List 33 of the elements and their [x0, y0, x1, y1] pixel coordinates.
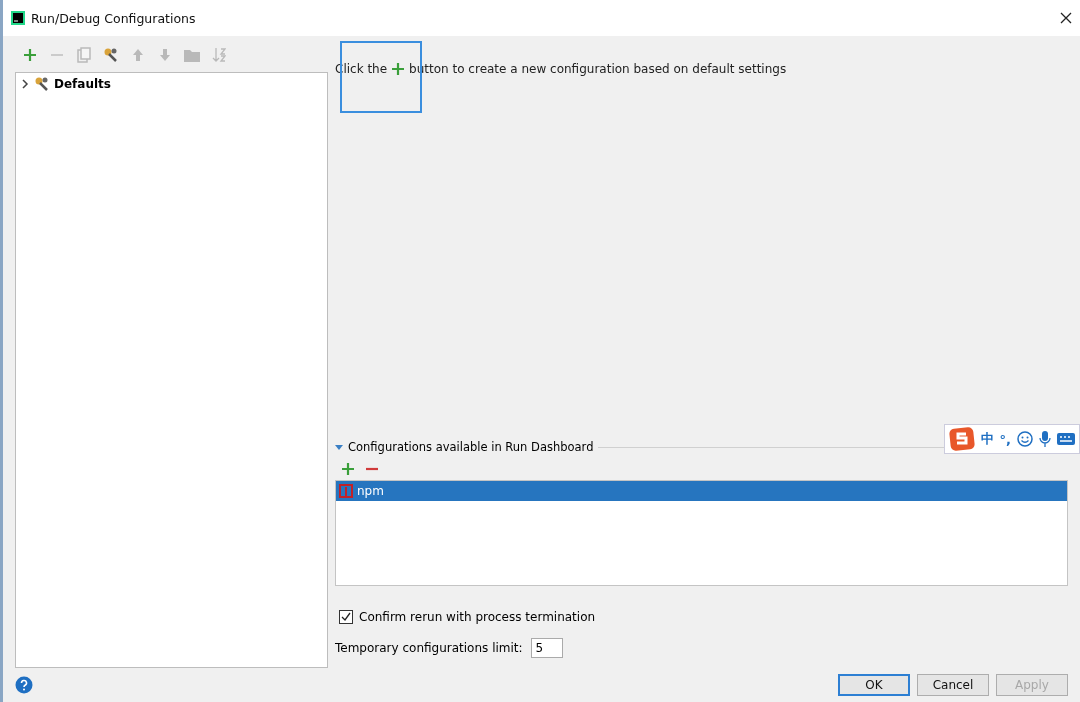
dialog-button[interactable]: OK [838, 674, 910, 696]
dialog-button[interactable]: Cancel [917, 674, 989, 696]
ime-mode[interactable]: °, [999, 431, 1011, 447]
tree-item[interactable]: Defaults [54, 77, 111, 91]
ime-mode[interactable]: 中 [980, 430, 994, 448]
checkbox[interactable] [339, 610, 353, 624]
section-title: Configurations available in Run Dashboard [348, 440, 594, 454]
wrench-icon [103, 47, 119, 63]
toolbar-button[interactable] [21, 46, 39, 64]
keyboard-icon[interactable] [1057, 432, 1075, 446]
minus-icon [50, 53, 64, 57]
arrow-down-icon [159, 48, 171, 62]
npm-icon [339, 484, 353, 498]
app-icon [11, 11, 25, 25]
list-item[interactable]: npm [336, 481, 1067, 501]
plus-icon [23, 48, 37, 62]
collapse-arrow-icon[interactable] [335, 443, 343, 451]
folder-icon [184, 48, 200, 62]
wrench-icon [34, 76, 50, 92]
add-icon [341, 462, 355, 476]
close-icon[interactable] [1060, 12, 1072, 24]
checkbox-label: Confirm rerun with process termination [359, 610, 596, 624]
arrow-up-icon [132, 48, 144, 62]
limit-label: Temporary configurations limit: [335, 641, 523, 655]
limit-field[interactable]: 5 [530, 638, 563, 658]
copy-icon [77, 47, 91, 63]
microphone-icon[interactable] [1039, 431, 1051, 447]
plus-icon [391, 62, 406, 76]
smiley-icon[interactable] [1017, 431, 1033, 447]
window-title: Run/Debug Configurations [31, 10, 197, 26]
ime-logo-icon[interactable] [948, 427, 975, 451]
help-icon[interactable] [15, 676, 33, 694]
sort-icon [212, 47, 226, 63]
